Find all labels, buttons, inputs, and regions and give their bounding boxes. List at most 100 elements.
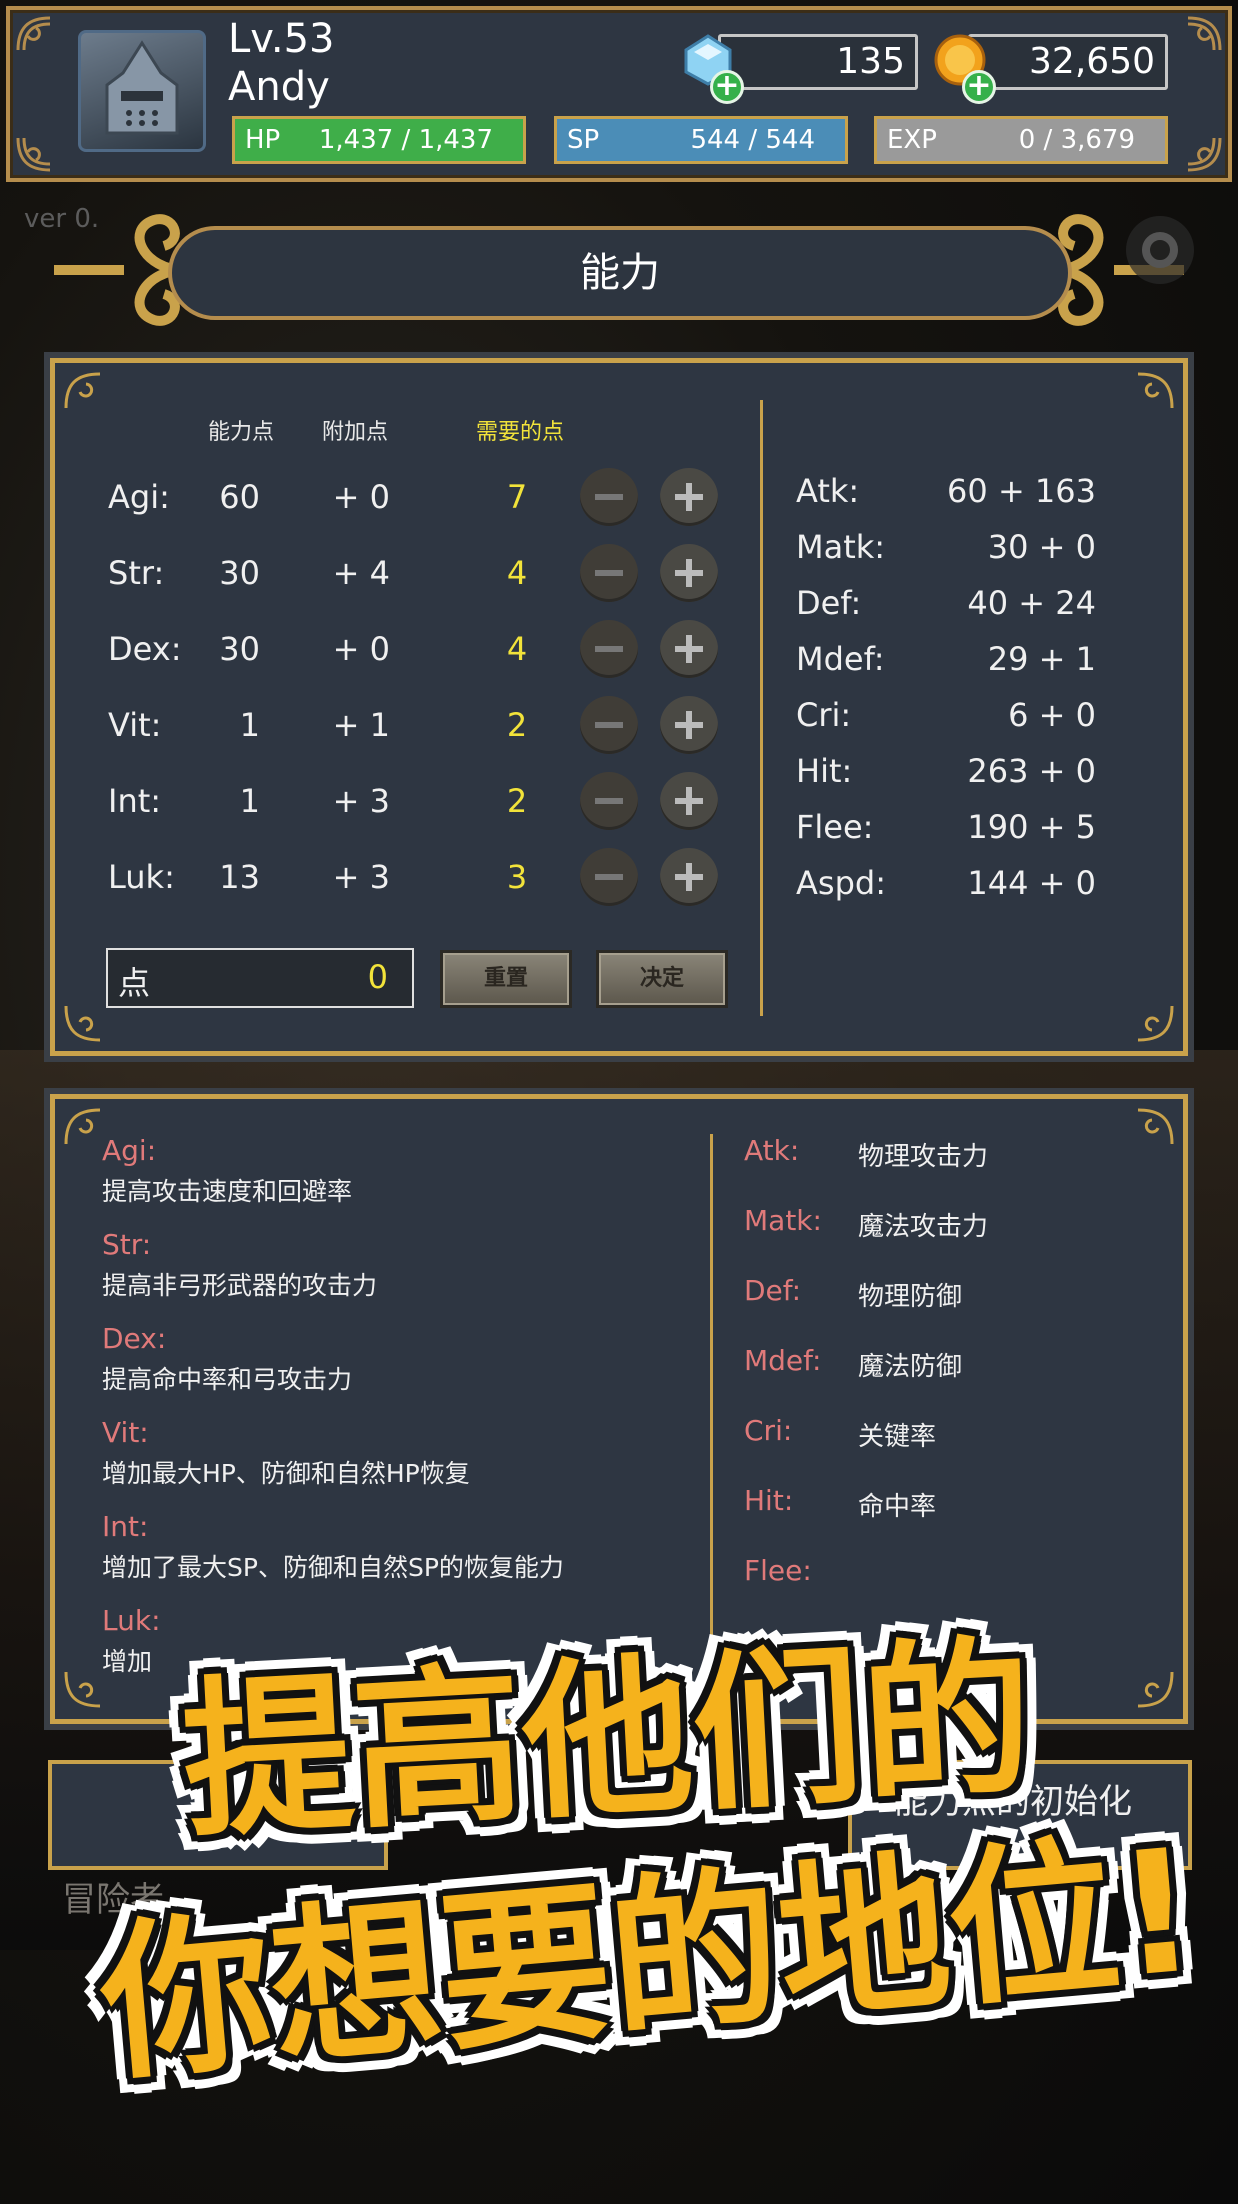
- derived-name: Aspd:: [796, 864, 886, 902]
- gear-icon[interactable]: [1120, 210, 1200, 290]
- desc-stat-name: Str:: [102, 1228, 152, 1261]
- derived-name: Mdef:: [796, 640, 885, 678]
- increase-str-button[interactable]: [660, 544, 718, 602]
- increase-int-button[interactable]: [660, 772, 718, 830]
- desc-stat-name: Dex:: [102, 1322, 167, 1355]
- ornament-corner-icon: [64, 1671, 101, 1708]
- decrease-agi-button[interactable]: [580, 468, 638, 526]
- stat-name: Str:: [108, 554, 165, 592]
- plus-icon: [675, 787, 703, 815]
- stat-points: 1: [239, 782, 260, 820]
- glossary-name: Hit:: [744, 1484, 794, 1517]
- glossary-text: 物理攻击力: [858, 1142, 989, 1172]
- desc-stat-text: 提高攻击速度和回避率: [102, 1177, 353, 1206]
- plus-icon: [675, 711, 703, 739]
- minus-icon: [595, 494, 623, 500]
- stat-bonus: + 3: [332, 782, 390, 820]
- glossary-name: Cri:: [744, 1414, 793, 1447]
- glossary-text: 命中率: [858, 1492, 937, 1522]
- stat-bonus: + 0: [332, 630, 390, 668]
- increase-dex-button[interactable]: [660, 620, 718, 678]
- stat-name: Agi:: [108, 478, 170, 516]
- desc-stat-name: Int:: [102, 1510, 149, 1543]
- derived-value: 190 + 5: [967, 808, 1096, 846]
- ornament-corner-icon: [64, 1108, 101, 1145]
- player-level: Lv.53: [228, 16, 335, 62]
- increase-agi-button[interactable]: [660, 468, 718, 526]
- stat-bonus: + 0: [332, 478, 390, 516]
- minus-icon: [595, 570, 623, 576]
- minus-icon: [595, 798, 623, 804]
- desc-stat-text: 增加了最大SP、防御和自然SP的恢复能力: [102, 1553, 564, 1582]
- sp-value: 544 / 544: [690, 125, 815, 155]
- decrease-dex-button[interactable]: [580, 620, 638, 678]
- derived-value: 30 + 0: [987, 528, 1096, 566]
- glossary-text: 魔法防御: [858, 1352, 963, 1382]
- derived-name: Flee:: [796, 808, 874, 846]
- stat-needed: 4: [506, 630, 528, 668]
- derived-name: Def:: [796, 584, 862, 622]
- exp-bar: EXP 0 / 3,679: [874, 116, 1168, 164]
- derived-name: Atk:: [796, 472, 860, 510]
- ornament-corner-icon: [1187, 137, 1222, 172]
- stat-needed: 3: [506, 858, 528, 896]
- minus-icon: [595, 646, 623, 652]
- knight-helmet-icon: [105, 40, 179, 135]
- glossary-text: 物理防御: [858, 1282, 963, 1312]
- points-label: 点: [118, 964, 151, 1002]
- derived-name: Hit:: [796, 752, 853, 790]
- stat-needed: 4: [506, 554, 528, 592]
- derived-name: Matk:: [796, 528, 886, 566]
- avatar[interactable]: [78, 30, 206, 152]
- points-value: 0: [367, 958, 388, 996]
- stat-name: Luk:: [108, 858, 175, 896]
- desc-stat-name: Luk:: [102, 1604, 161, 1637]
- ornament-corner-icon: [1137, 1108, 1174, 1145]
- desc-stat-text: 增加最大HP、防御和自然HP恢复: [102, 1459, 470, 1488]
- derived-value: 6 + 0: [1008, 696, 1096, 734]
- stat-points: 1: [239, 706, 260, 744]
- ornament-corner-icon: [1137, 372, 1174, 409]
- stat-needed: 2: [506, 782, 528, 820]
- stat-needed: 7: [506, 478, 528, 516]
- player-name: Andy: [228, 64, 330, 110]
- plus-icon: [675, 559, 703, 587]
- confirm-button[interactable]: 决定: [596, 950, 728, 1008]
- stat-points: 30: [219, 630, 260, 668]
- reset-button[interactable]: 重置: [440, 950, 572, 1008]
- increase-luk-button[interactable]: [660, 848, 718, 906]
- glossary-name: Atk:: [744, 1134, 800, 1167]
- ornament-corner-icon: [1137, 1005, 1174, 1042]
- hp-label: HP: [245, 125, 281, 155]
- exp-label: EXP: [887, 125, 937, 155]
- decrease-str-button[interactable]: [580, 544, 638, 602]
- glossary-name: Flee:: [744, 1554, 812, 1587]
- minus-icon: [595, 874, 623, 880]
- gem-counter: 135: [718, 34, 918, 90]
- decrease-luk-button[interactable]: [580, 848, 638, 906]
- stat-name: Dex:: [108, 630, 182, 668]
- glossary-name: Def:: [744, 1274, 802, 1307]
- page-title: 能力: [168, 226, 1072, 320]
- increase-vit-button[interactable]: [660, 696, 718, 754]
- sp-bar: SP 544 / 544: [554, 116, 848, 164]
- glossary-name: Mdef:: [744, 1344, 822, 1377]
- decrease-int-button[interactable]: [580, 772, 638, 830]
- decrease-vit-button[interactable]: [580, 696, 638, 754]
- remaining-points-box: 点 0: [106, 948, 414, 1008]
- derived-value: 60 + 163: [947, 472, 1096, 510]
- sp-label: SP: [567, 125, 600, 155]
- add-gold-button[interactable]: +: [962, 70, 996, 104]
- column-header-needed: 需要的点: [476, 420, 565, 445]
- stat-name: Int:: [108, 782, 162, 820]
- stat-needed: 2: [506, 706, 528, 744]
- derived-value: 263 + 0: [967, 752, 1096, 790]
- add-gems-button[interactable]: +: [710, 70, 744, 104]
- desc-stat-text: 增加: [102, 1647, 153, 1676]
- stat-bonus: + 4: [332, 554, 390, 592]
- desc-stat-name: Vit:: [102, 1416, 149, 1449]
- stat-points: 60: [219, 478, 260, 516]
- ornament-corner-icon: [1187, 16, 1222, 51]
- stat-points: 13: [219, 858, 260, 896]
- glossary-text: 关键率: [858, 1422, 937, 1452]
